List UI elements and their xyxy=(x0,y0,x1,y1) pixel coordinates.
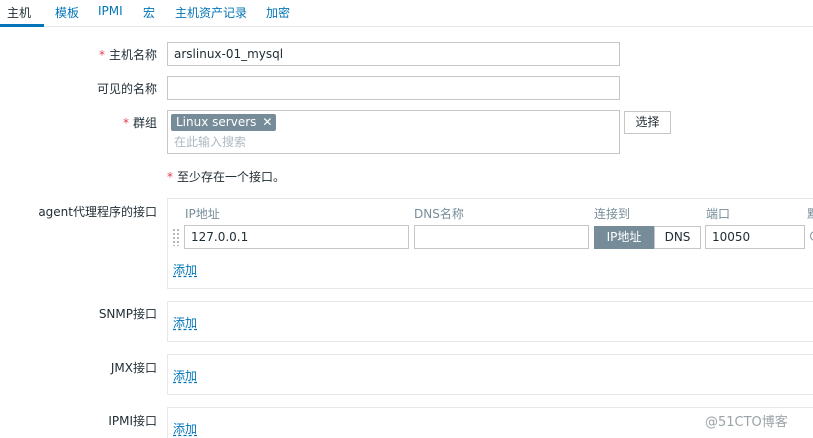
groups-label: * 群组 xyxy=(122,116,157,130)
col-connect-to: 连接到 xyxy=(594,207,631,221)
tab-bar: 主机 模板 IPMI 宏 主机资产记录 加密 xyxy=(0,0,813,27)
jmx-interfaces-label: JMX接口 xyxy=(110,361,157,375)
tab-ipmi[interactable]: IPMI xyxy=(98,4,123,18)
host-name-input[interactable] xyxy=(167,42,620,66)
visible-name-label: 可见的名称 xyxy=(96,82,157,96)
agent-dns-input[interactable] xyxy=(414,225,589,249)
add-snmp-interface-link[interactable]: 添加 xyxy=(173,314,197,331)
tab-inventory[interactable]: 主机资产记录 xyxy=(175,4,247,21)
host-name-label: * 主机名称 xyxy=(98,48,157,62)
required-mark: * xyxy=(122,116,129,130)
col-dns-name: DNS名称 xyxy=(414,207,464,221)
active-tab-indicator xyxy=(0,24,44,27)
add-jmx-interface-link[interactable]: 添加 xyxy=(173,367,197,384)
tab-macros[interactable]: 宏 xyxy=(143,4,155,21)
add-agent-interface-link[interactable]: 添加 xyxy=(173,261,197,278)
connect-ip-button[interactable]: IP地址 xyxy=(594,226,654,249)
agent-port-input[interactable] xyxy=(705,225,805,249)
snmp-interfaces-panel xyxy=(167,301,813,342)
col-default: 默 xyxy=(807,205,813,222)
add-ipmi-interface-link[interactable]: 添加 xyxy=(173,420,197,437)
ipmi-interfaces-label: IPMI接口 xyxy=(108,414,157,428)
tab-host[interactable]: 主机 xyxy=(7,4,31,21)
drag-handle-icon[interactable] xyxy=(172,228,180,246)
snmp-interfaces-label: SNMP接口 xyxy=(98,307,157,321)
group-chip: Linux servers ✕ xyxy=(171,114,277,131)
jmx-interfaces-panel xyxy=(167,354,813,395)
required-mark: * xyxy=(98,48,105,62)
group-chip-label: Linux servers xyxy=(176,115,257,129)
group-search-placeholder[interactable]: 在此输入搜索 xyxy=(174,133,246,150)
tab-encryption[interactable]: 加密 xyxy=(266,4,290,21)
col-ip-address: IP地址 xyxy=(185,207,220,221)
remove-icon[interactable]: ✕ xyxy=(262,115,272,129)
groups-multiselect[interactable]: Linux servers ✕ 在此输入搜索 xyxy=(167,110,620,154)
agent-ip-input[interactable] xyxy=(184,225,409,249)
visible-name-input[interactable] xyxy=(167,76,620,100)
col-port: 端口 xyxy=(706,207,731,221)
agent-interfaces-label: agent代理程序的接口 xyxy=(38,205,157,219)
select-groups-button[interactable]: 选择 xyxy=(624,111,671,134)
connect-dns-button[interactable]: DNS xyxy=(654,226,701,249)
tab-templates[interactable]: 模板 xyxy=(55,4,79,21)
required-mark: * xyxy=(167,170,173,184)
watermark: @51CTO博客 xyxy=(705,415,788,430)
interface-note: * 至少存在一个接口。 xyxy=(167,170,286,184)
